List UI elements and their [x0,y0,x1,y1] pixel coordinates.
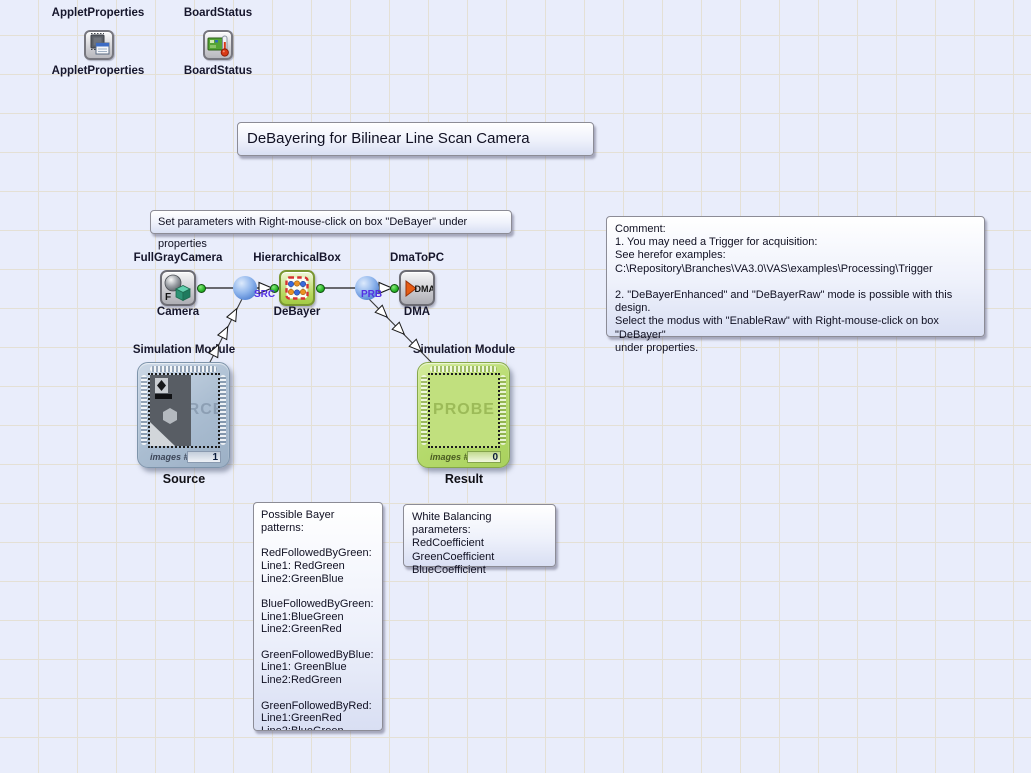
board-status-top-label: BoardStatus [148,7,288,19]
applet-properties-icon [86,32,112,58]
camera-icon: F [162,272,194,304]
result-watermark: PROBE [430,401,498,419]
debayer-output-port[interactable] [316,284,325,293]
dma-icon-text: DMA [415,284,434,294]
images-count-field[interactable]: 1 [187,451,221,463]
applet-properties-node[interactable] [84,30,114,60]
source-sim-header: Simulation Module [104,344,264,356]
source-caption: Source [104,472,264,486]
result-image-view[interactable]: PROBE [428,373,500,448]
hierarchical-box-icon [281,272,313,304]
design-title-note[interactable]: DeBayering for Bilinear Line Scan Camera [237,122,594,156]
result-caption: Result [384,472,544,486]
result-sim-module[interactable]: PROBE images # 0 [417,362,510,468]
parameter-hint-text: Set parameters with Right-mouse-click on… [158,216,467,250]
prb-link-label: PRB [361,289,382,300]
board-status-node[interactable] [203,30,233,60]
images-count-field[interactable]: 0 [467,451,501,463]
applet-properties-top-label: AppletProperties [28,7,168,19]
arrowhead-icon [218,324,232,339]
source-thumbnail-image [150,375,191,446]
images-counter-row: images # 0 [428,451,501,464]
camera-icon-letter: F [165,292,171,303]
images-count-label: images # [150,452,189,462]
dma-icon: DMA [401,272,433,304]
module-ridge [220,375,226,445]
images-count-label: images # [430,452,469,462]
camera-output-port[interactable] [197,284,206,293]
node-type-dmatopc: DmaToPC [337,252,497,264]
dma-node[interactable]: DMA [399,270,435,306]
design-title-text: DeBayering for Bilinear Line Scan Camera [247,130,530,147]
module-ridge [421,375,427,445]
design-canvas[interactable]: AppletProperties AppletProperties BoardS… [0,0,1031,773]
bayer-patterns-note[interactable]: Possible Bayer patterns: RedFollowedByGr… [253,502,383,731]
board-status-bottom-label: BoardStatus [148,65,288,77]
debayer-node[interactable] [279,270,315,306]
comment-note[interactable]: Comment: 1. You may need a Trigger for a… [606,216,985,337]
source-image-view[interactable]: SOURCE [148,373,220,448]
module-ridge [150,366,217,372]
node-name-dma: DMA [337,306,497,318]
module-ridge [430,366,497,372]
dma-input-port[interactable] [390,284,399,293]
arrowhead-icon [392,322,408,338]
images-counter-row: images # 1 [148,451,221,464]
result-sim-header: Simulation Module [384,344,544,356]
module-ridge [141,375,147,445]
board-status-icon [205,32,231,58]
parameter-hint-note[interactable]: Set parameters with Right-mouse-click on… [150,210,512,234]
src-link-label: SRC [254,289,275,300]
applet-properties-bottom-label: AppletProperties [28,65,168,77]
module-ridge [500,375,506,445]
white-balancing-note[interactable]: White Balancing parameters: RedCoefficie… [403,504,556,567]
source-sim-module[interactable]: SOURCE images # 1 [137,362,230,468]
camera-node[interactable]: F [160,270,196,306]
